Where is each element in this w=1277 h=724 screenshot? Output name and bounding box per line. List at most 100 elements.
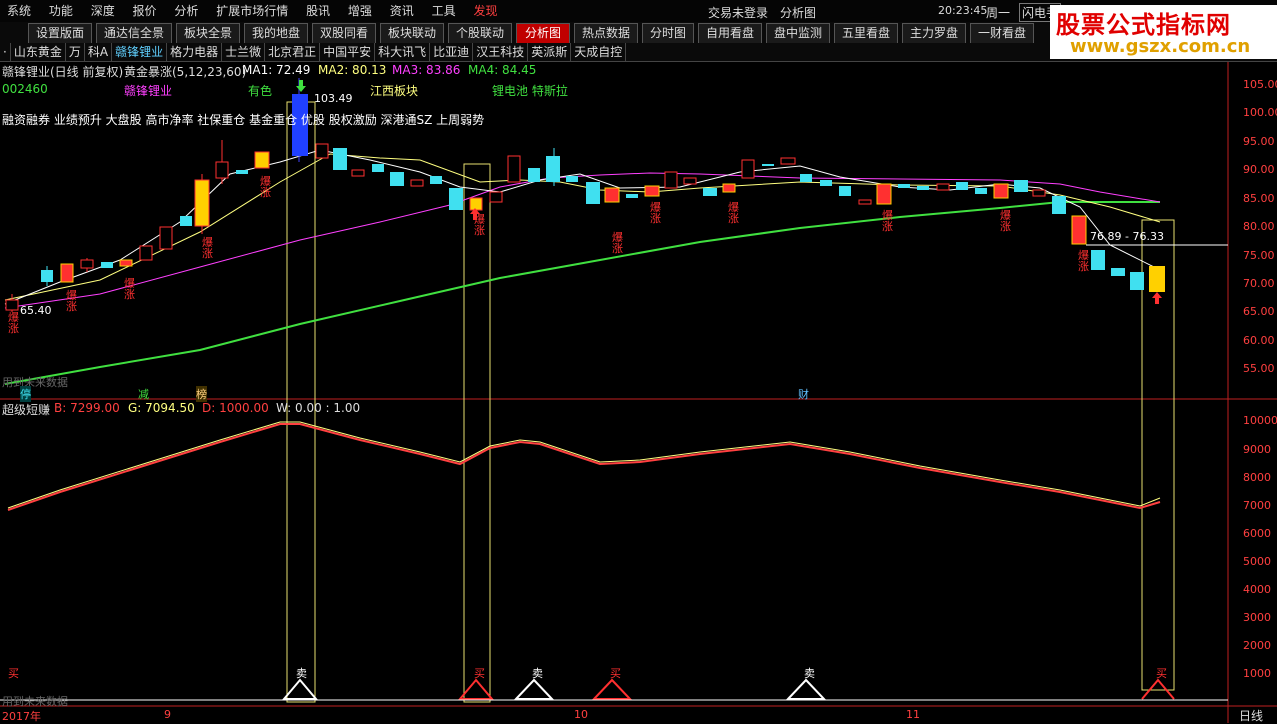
boom-label: 爆涨 bbox=[650, 201, 661, 225]
sub-y-tick: 4000 bbox=[1243, 583, 1271, 596]
candle-down bbox=[586, 182, 600, 204]
candle-down bbox=[101, 262, 113, 268]
tab-hot-data[interactable]: 热点数据 bbox=[574, 23, 638, 43]
stock-item[interactable]: 汉王科技 bbox=[473, 43, 529, 61]
login-status[interactable]: 交易未登录 bbox=[708, 4, 768, 21]
tab-custom-watch[interactable]: 自用看盘 bbox=[698, 23, 762, 43]
candle-up bbox=[5, 299, 19, 311]
event-marker-halt[interactable]: 停 bbox=[20, 386, 31, 402]
sell-triangle bbox=[513, 678, 555, 700]
stock-item[interactable]: 英派斯 bbox=[528, 43, 572, 61]
event-marker-reduce[interactable]: 减 bbox=[138, 386, 149, 402]
menu-depth[interactable]: 深度 bbox=[84, 0, 122, 22]
kline-chart-area[interactable] bbox=[0, 62, 1277, 723]
tab-dual-stock[interactable]: 双股同看 bbox=[312, 23, 376, 43]
buy-label: 买 bbox=[610, 667, 621, 680]
tab-yicai-watch[interactable]: 一财看盘 bbox=[970, 23, 1034, 43]
tab-tdx-panorama[interactable]: 通达信全景 bbox=[96, 23, 172, 43]
stock-item[interactable]: 士兰微 bbox=[222, 43, 266, 61]
tab-wuli-watch[interactable]: 五里看盘 bbox=[834, 23, 898, 43]
weekday: 周一 bbox=[986, 6, 1011, 20]
tab-stock-link[interactable]: 个股联动 bbox=[448, 23, 512, 43]
logo-url: www.gszx.com.cn bbox=[1070, 36, 1251, 57]
boom-label: 爆涨 bbox=[124, 277, 135, 301]
tab-main-compass[interactable]: 主力罗盘 bbox=[902, 23, 966, 43]
candle-down bbox=[626, 194, 638, 198]
range-label: 76.89 - 76.33 bbox=[1090, 230, 1164, 243]
stockbar-dot[interactable]: · bbox=[0, 43, 11, 61]
tab-sector-panorama[interactable]: 板块全景 bbox=[176, 23, 240, 43]
candle-down bbox=[762, 164, 774, 166]
candle-up bbox=[780, 157, 796, 165]
candle-up bbox=[507, 155, 521, 183]
candle-up bbox=[254, 151, 270, 169]
stock-item[interactable]: 科A bbox=[85, 43, 113, 61]
ma2-value: MA2: 80.13 bbox=[318, 63, 387, 77]
stock-item[interactable]: 格力电器 bbox=[167, 43, 223, 61]
tab-intraday-monitor[interactable]: 盘中监测 bbox=[766, 23, 830, 43]
period-selector[interactable]: 日线 bbox=[1239, 707, 1263, 724]
clock: 20:23:45 bbox=[938, 4, 988, 17]
menu-tools[interactable]: 工具 bbox=[425, 0, 463, 22]
menu-news[interactable]: 股讯 bbox=[299, 0, 337, 22]
sell-label: 卖 bbox=[804, 667, 815, 680]
menu-analysis[interactable]: 分析 bbox=[167, 0, 205, 22]
stock-item[interactable]: 中国平安 bbox=[320, 43, 376, 61]
candle-up bbox=[1032, 189, 1046, 197]
logo-title: 股票公式指标网 bbox=[1056, 11, 1231, 39]
candle-down bbox=[917, 186, 929, 190]
y-tick: 80.00 bbox=[1243, 220, 1275, 233]
candle-down bbox=[703, 188, 717, 196]
event-marker-finance[interactable]: 财 bbox=[798, 386, 809, 402]
boom-label: 爆涨 bbox=[1000, 209, 1011, 233]
buy-label: 买 bbox=[1156, 667, 1167, 680]
y-tick: 60.00 bbox=[1243, 334, 1275, 347]
x-axis-month: 11 bbox=[906, 708, 920, 721]
sub-value-w: W: 0.00 : 1.00 bbox=[276, 401, 361, 415]
menu-function[interactable]: 功能 bbox=[42, 0, 80, 22]
y-tick: 75.00 bbox=[1243, 249, 1275, 262]
stock-item[interactable]: 科大讯飞 bbox=[375, 43, 431, 61]
ma4-value: MA4: 84.45 bbox=[468, 63, 537, 77]
tab-my-area[interactable]: 我的地盘 bbox=[244, 23, 308, 43]
sector-tag[interactable]: 江西板块 bbox=[370, 82, 418, 99]
candle-up bbox=[993, 183, 1009, 199]
stock-item[interactable]: 天成自控 bbox=[571, 43, 627, 61]
sub-indicator-title[interactable]: 超级短赚 bbox=[2, 401, 50, 418]
stock-item[interactable]: 比亚迪 bbox=[430, 43, 474, 61]
menu-discover[interactable]: 发现 bbox=[466, 0, 504, 22]
event-marker-list[interactable]: 榜 bbox=[196, 386, 207, 402]
stock-item[interactable]: 万 bbox=[66, 43, 85, 61]
sub-line-b bbox=[7, 423, 1161, 511]
menu-system[interactable]: 系统 bbox=[0, 0, 38, 22]
tab-timeshare[interactable]: 分时图 bbox=[642, 23, 694, 43]
menu-quote[interactable]: 报价 bbox=[126, 0, 164, 22]
tab-analysis-chart[interactable]: 分析图 bbox=[516, 23, 570, 43]
menu-enhance[interactable]: 增强 bbox=[341, 0, 379, 22]
candle-down bbox=[372, 164, 384, 172]
candle-down bbox=[1052, 196, 1066, 214]
sell-label: 卖 bbox=[532, 667, 543, 680]
stock-item[interactable]: 山东黄金 bbox=[11, 43, 66, 61]
boom-label: 爆涨 bbox=[728, 201, 739, 225]
boom-label: 爆涨 bbox=[474, 213, 485, 237]
menu-info[interactable]: 资讯 bbox=[383, 0, 421, 22]
sub-y-tick: 6000 bbox=[1243, 527, 1271, 540]
concept-tag[interactable]: 锂电池 特斯拉 bbox=[492, 82, 568, 99]
stock-item-selected[interactable]: 赣锋锂业 bbox=[112, 43, 168, 61]
menu-extended-market[interactable]: 扩展市场行情 bbox=[209, 0, 295, 22]
highlight-box bbox=[463, 163, 491, 703]
tab-layout[interactable]: 设置版面 bbox=[28, 23, 92, 43]
candle-up bbox=[60, 263, 74, 283]
tab-sector-link[interactable]: 板块联动 bbox=[380, 23, 444, 43]
high-price-label: 103.49 bbox=[314, 92, 353, 105]
boom-label: 爆涨 bbox=[66, 289, 77, 313]
sector-tag[interactable]: 有色 bbox=[248, 82, 272, 99]
candle-current bbox=[1149, 266, 1165, 292]
module-title: 分析图 bbox=[780, 6, 817, 20]
buy-triangle bbox=[457, 678, 495, 700]
candle-down bbox=[546, 156, 560, 182]
stock-item[interactable]: 北京君正 bbox=[265, 43, 321, 61]
candle-down bbox=[236, 170, 248, 174]
future-data-note: 用到未来数据 bbox=[2, 376, 68, 389]
